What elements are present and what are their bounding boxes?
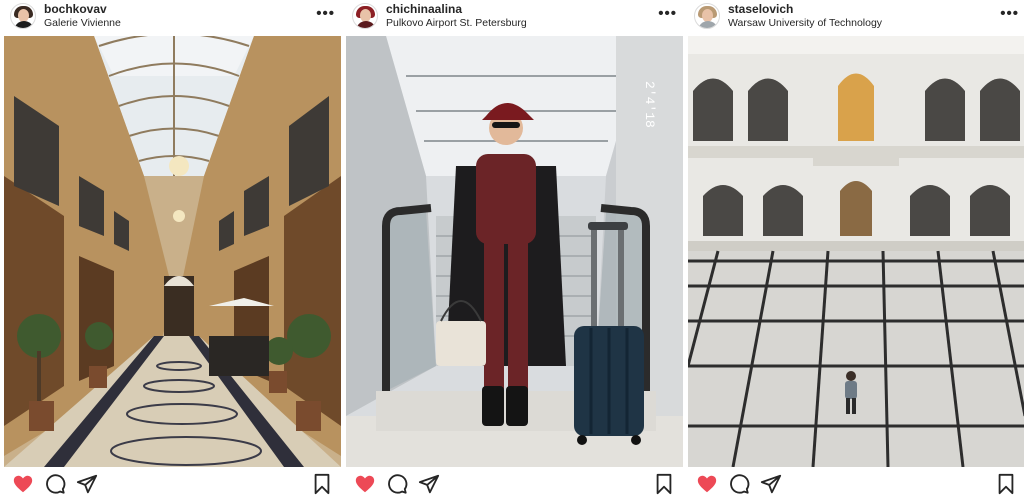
post-card: staselovich Warsaw University of Technol… [688, 0, 1024, 499]
username[interactable]: bochkovav [44, 2, 107, 16]
share-icon[interactable] [76, 473, 98, 495]
bookmark-icon[interactable] [311, 473, 333, 495]
avatar[interactable] [352, 3, 378, 29]
gallery-arcade-image [4, 36, 341, 467]
post-card: bochkovav Galerie Vivienne ••• [4, 0, 341, 499]
heart-icon[interactable] [696, 473, 718, 495]
heart-icon[interactable] [12, 473, 34, 495]
location[interactable]: Warsaw University of Technology [728, 17, 882, 29]
post-photo[interactable] [4, 36, 341, 467]
action-bar [4, 467, 341, 499]
university-courtyard-image [688, 36, 1024, 467]
more-icon[interactable]: ••• [658, 5, 677, 22]
post-card: chichinaalina Pulkovo Airport St. Peters… [346, 0, 683, 499]
share-icon[interactable] [418, 473, 440, 495]
airport-escalator-image: 2'4'18 [346, 36, 683, 467]
heart-icon[interactable] [354, 473, 376, 495]
post-photo[interactable] [688, 36, 1024, 467]
comment-icon[interactable] [728, 473, 750, 495]
action-bar [346, 467, 683, 499]
post-header: staselovich Warsaw University of Technol… [688, 0, 1024, 36]
username[interactable]: staselovich [728, 2, 793, 16]
bookmark-icon[interactable] [653, 473, 675, 495]
avatar[interactable] [10, 3, 36, 29]
post-photo[interactable]: 2'4'18 [346, 36, 683, 467]
post-header: chichinaalina Pulkovo Airport St. Peters… [346, 0, 683, 36]
post-header: bochkovav Galerie Vivienne ••• [4, 0, 341, 36]
share-icon[interactable] [760, 473, 782, 495]
avatar[interactable] [694, 3, 720, 29]
location[interactable]: Pulkovo Airport St. Petersburg [386, 17, 527, 29]
comment-icon[interactable] [386, 473, 408, 495]
photo-date-stamp: 2'4'18 [642, 81, 657, 128]
action-bar [688, 467, 1024, 499]
location[interactable]: Galerie Vivienne [44, 17, 121, 29]
more-icon[interactable]: ••• [1000, 5, 1019, 22]
username[interactable]: chichinaalina [386, 2, 462, 16]
more-icon[interactable]: ••• [316, 5, 335, 22]
bookmark-icon[interactable] [995, 473, 1017, 495]
comment-icon[interactable] [44, 473, 66, 495]
